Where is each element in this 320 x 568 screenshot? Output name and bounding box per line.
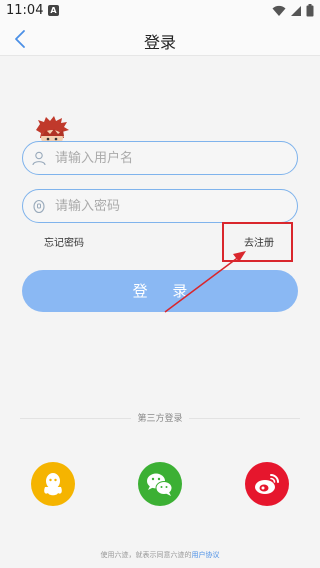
login-button[interactable]: 登 录 [22,270,298,312]
third-party-title: 第三方登录 [131,414,189,424]
qq-login-button[interactable] [31,462,75,506]
signal-icon [291,5,301,16]
password-field [22,189,298,223]
user-agreement-link[interactable]: 用户协议 [192,551,220,559]
wechat-login-button[interactable] [138,462,182,506]
weibo-icon [255,474,279,494]
status-icons [272,4,314,17]
wechat-icon [147,473,173,496]
status-time: 11:04 [6,3,44,18]
username-field [22,141,298,175]
weibo-login-button[interactable] [245,462,289,506]
footer-agreement: 使用六迹，就表示同意六迹的用户协议 [0,550,320,560]
agreement-prefix: 使用六迹，就表示同意六迹的 [100,551,192,559]
forgot-password-link[interactable]: 忘记密码 [44,234,84,249]
third-party-divider: 第三方登录 [20,411,300,425]
battery-icon [306,4,314,17]
user-icon [32,151,46,166]
username-input[interactable] [55,142,285,174]
status-bar: 11:04 A [0,0,320,22]
wifi-icon [272,5,286,16]
notification-badge: A [48,5,59,16]
register-link[interactable]: 去注册 [244,234,274,249]
lock-icon [33,199,45,214]
nav-bar: 登录 [0,22,320,56]
qq-icon [44,473,62,496]
page-title: 登录 [143,33,176,52]
password-input[interactable] [55,190,285,222]
